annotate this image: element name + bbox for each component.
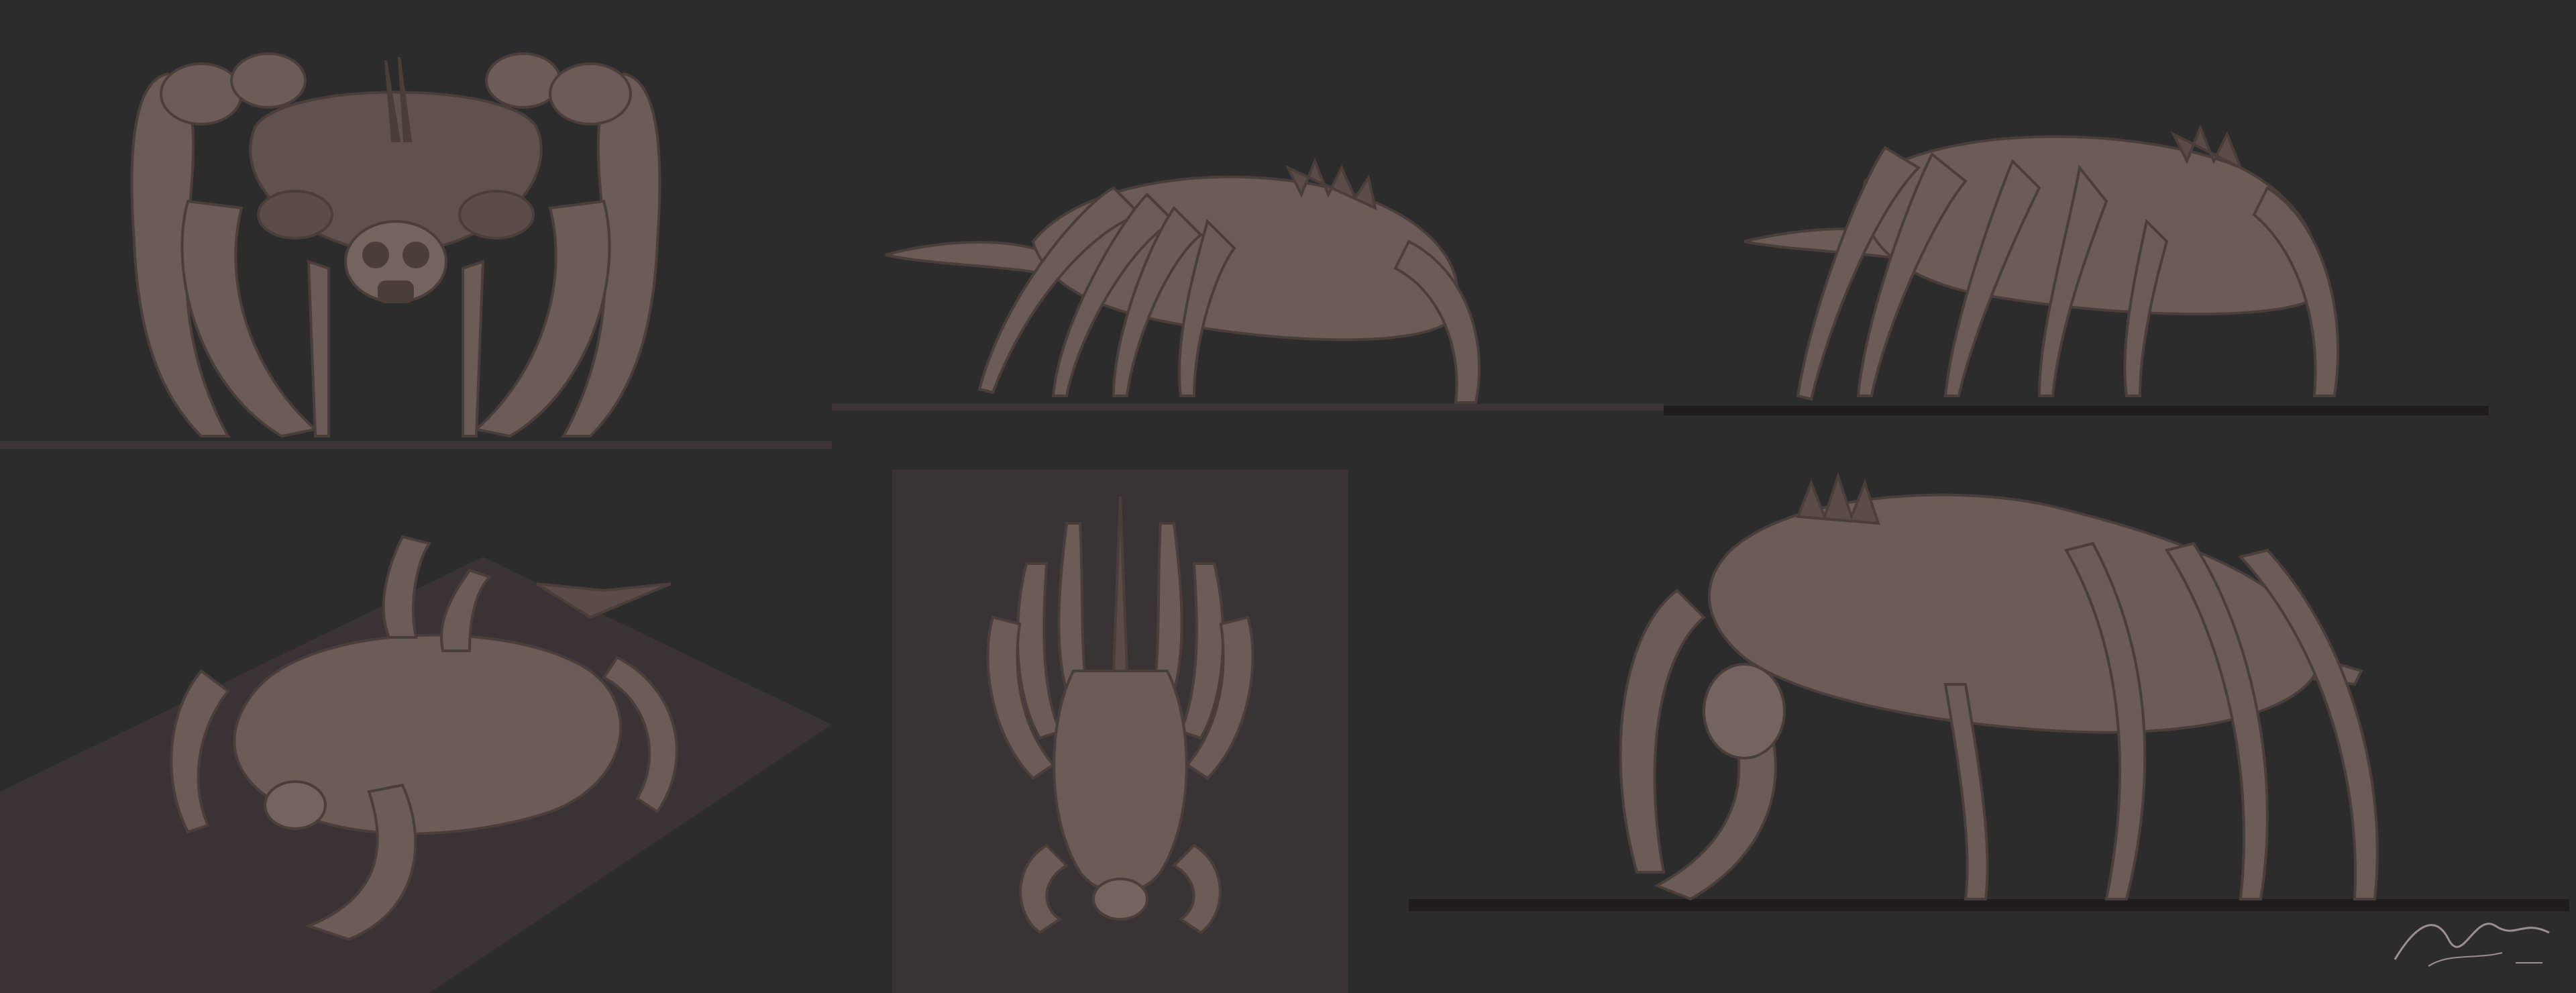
isometric-view	[0, 470, 832, 993]
creature-side	[885, 157, 1481, 404]
ground-plane	[1664, 406, 2489, 415]
turnaround-sheet	[0, 0, 2576, 993]
front-view	[0, 40, 832, 456]
ground-plane	[0, 441, 832, 449]
three-quarter-view	[1664, 107, 2576, 429]
creature-three-quarter	[1743, 123, 2340, 401]
creature-front	[130, 52, 661, 438]
artist-signature-icon	[2388, 899, 2556, 980]
perspective-view	[1395, 470, 2576, 939]
creature-perspective	[1619, 472, 2379, 901]
top-view	[892, 470, 1348, 993]
side-view	[832, 121, 1664, 423]
ground-plane	[832, 404, 1664, 411]
